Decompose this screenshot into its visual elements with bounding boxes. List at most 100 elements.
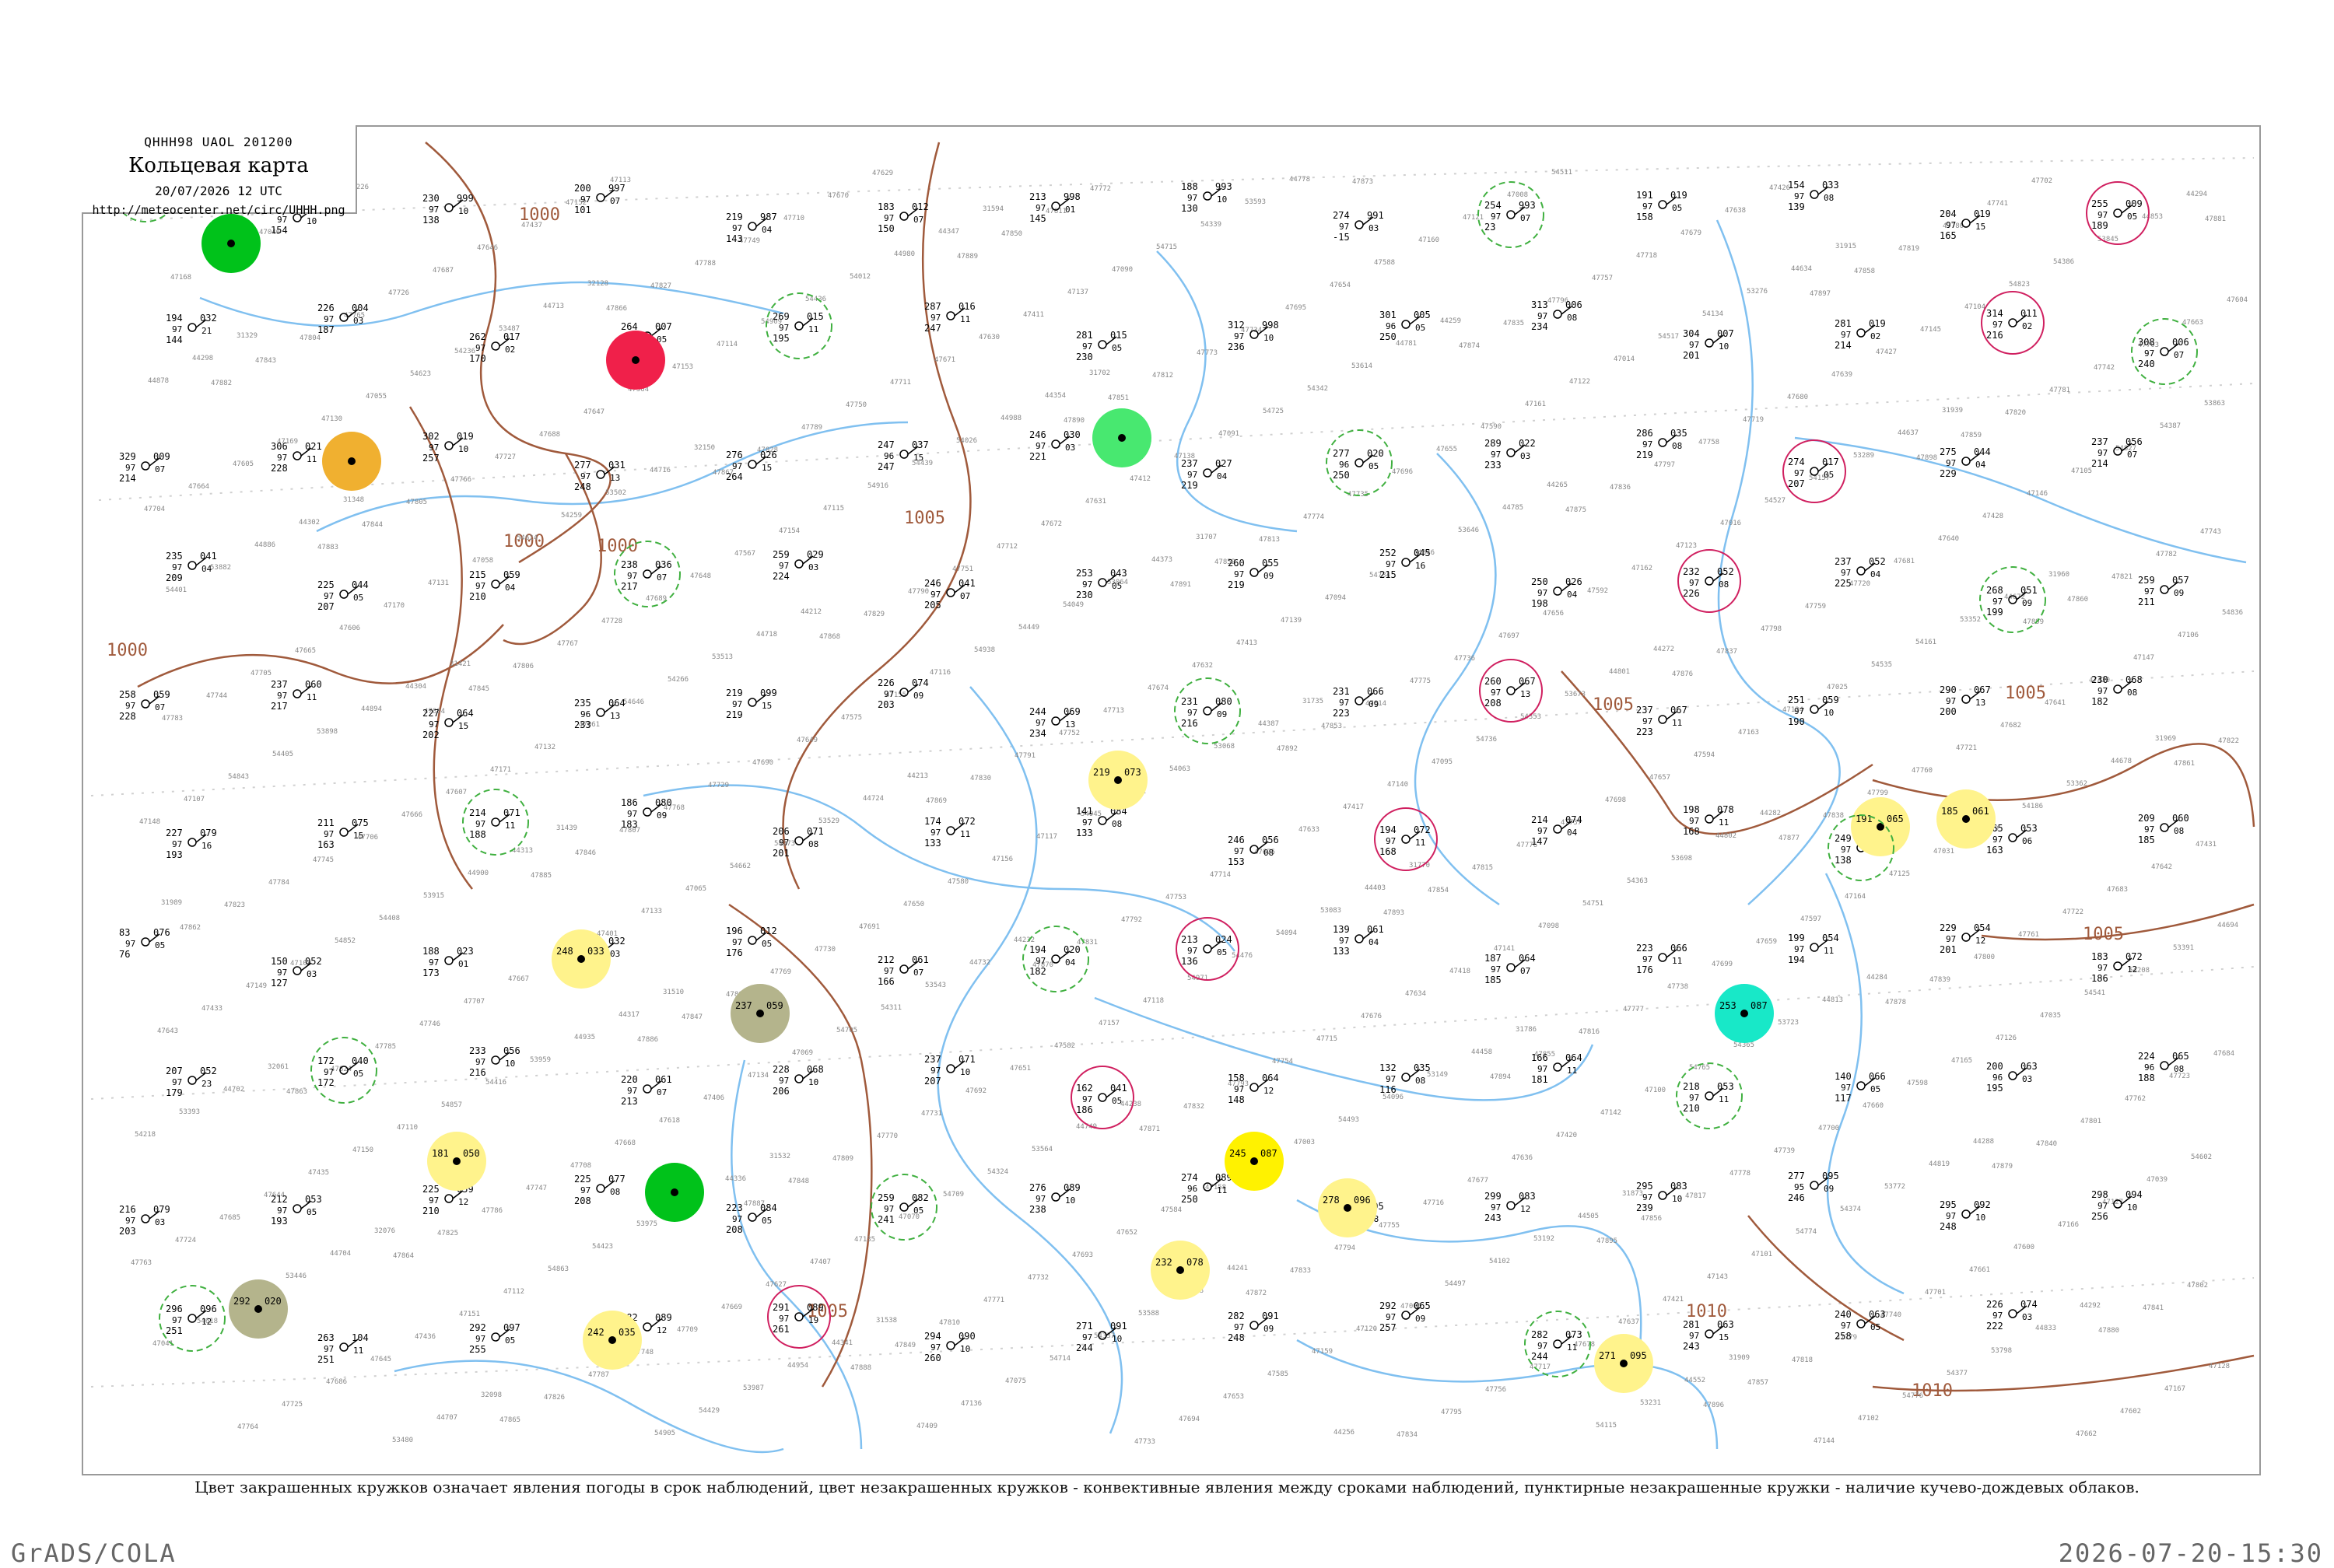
station-plot[interactable]: 2869721903508 bbox=[1636, 428, 1687, 460]
station-plot[interactable]: 2359720904104 bbox=[166, 551, 217, 583]
station-plot[interactable]: 2639725110411 bbox=[317, 1332, 369, 1365]
station-plot[interactable]: 2819721401902 bbox=[1835, 318, 1886, 351]
station-plot[interactable]: 2609721905509 bbox=[1228, 558, 1279, 590]
station-plot[interactable]: 1749713307211 bbox=[924, 816, 976, 849]
station-plot[interactable]: 2899723302203 bbox=[1484, 438, 1536, 471]
station-plot[interactable]: 2299720105412 bbox=[1940, 922, 1991, 955]
station-plot[interactable]: 3089724000607 bbox=[2138, 337, 2189, 369]
station-plot[interactable]: 1879718506407 bbox=[1484, 953, 1536, 985]
station-plot[interactable]: 2009710199707 bbox=[574, 183, 626, 215]
station-plot[interactable]: 2769723808910 bbox=[1029, 1182, 1081, 1215]
station-plot[interactable]: 2829724407311 bbox=[1531, 1329, 1582, 1362]
station-plot[interactable]: 254972399307 bbox=[1484, 200, 1536, 233]
station-plot[interactable]: 2209721306107 bbox=[621, 1074, 672, 1107]
station-plot[interactable]: 2199721909915 bbox=[726, 688, 777, 720]
station-plot[interactable]: 2149718807111 bbox=[469, 807, 520, 840]
station-plot[interactable]: 1589714806412 bbox=[1228, 1073, 1279, 1105]
station-plot[interactable]: 2929725509705 bbox=[469, 1322, 520, 1355]
shower-weather-circle[interactable] bbox=[1092, 408, 1151, 467]
station-plot[interactable]: 2069720107108 bbox=[773, 826, 824, 859]
station-plot[interactable]: 1409711706605 bbox=[1835, 1071, 1886, 1104]
rain-weather-circle[interactable] bbox=[202, 214, 261, 273]
station-plot[interactable]: 2599721105709 bbox=[2138, 575, 2189, 607]
station-plot[interactable]: 2599722402903 bbox=[773, 549, 824, 582]
station-plot[interactable]: 2379722306711 bbox=[1636, 705, 1687, 737]
station-plot[interactable]: 1889713099310 bbox=[1181, 181, 1232, 214]
station-plot[interactable]: 2309718206808 bbox=[2091, 674, 2143, 707]
station-plot[interactable]: 1919715801905 bbox=[1636, 190, 1687, 222]
station-plot[interactable]: 1969717601205 bbox=[726, 926, 777, 958]
station-plot[interactable]: 3029725701910 bbox=[422, 431, 474, 464]
station-plot[interactable]: 2339721605610 bbox=[469, 1045, 520, 1078]
fog-weather-circle[interactable]: 278 096 bbox=[1318, 1178, 1377, 1237]
fog-weather-circle[interactable]: 185 061 bbox=[1936, 789, 1996, 849]
station-plot[interactable]: 2099718506008 bbox=[2138, 813, 2189, 845]
station-plot[interactable]: 2779724803113 bbox=[574, 460, 626, 492]
station-plot[interactable]: 2009619506303 bbox=[1986, 1061, 2038, 1094]
station-plot[interactable]: 2079717905223 bbox=[166, 1066, 217, 1098]
station-plot[interactable]: 2779625002005 bbox=[1333, 448, 1384, 481]
station-plot[interactable]: 2259720807708 bbox=[574, 1174, 626, 1206]
station-plot[interactable]: 2269722207403 bbox=[1986, 1299, 2038, 1332]
station-plot[interactable]: 2819724306315 bbox=[1683, 1319, 1734, 1352]
station-plot[interactable]: 2829724809109 bbox=[1228, 1311, 1279, 1343]
station-plot[interactable]: 2519719005910 bbox=[1788, 695, 1839, 727]
station-plot[interactable]: 2909720006713 bbox=[1940, 684, 1991, 717]
station-plot[interactable]: 2379720707110 bbox=[924, 1054, 976, 1087]
station-plot[interactable]: 1629718604105 bbox=[1076, 1083, 1127, 1115]
station-plot[interactable]: 2129716606107 bbox=[878, 954, 929, 987]
station-plot[interactable]: 1949718202004 bbox=[1029, 944, 1081, 977]
fog-weather-circle[interactable]: 242 035 bbox=[583, 1311, 642, 1370]
station-plot[interactable]: 3069722802111 bbox=[271, 441, 322, 474]
station-plot[interactable]: 1889717302301 bbox=[422, 946, 474, 978]
station-plot[interactable]: 2779524609509 bbox=[1788, 1171, 1839, 1203]
station-plot[interactable]: 2139713602405 bbox=[1181, 934, 1232, 967]
rain-weather-circle[interactable] bbox=[645, 1163, 704, 1222]
station-plot[interactable]: 2279720206415 bbox=[422, 708, 474, 740]
station-plot[interactable]: 2119716307515 bbox=[317, 817, 369, 850]
station-plot[interactable]: 2269718700403 bbox=[317, 303, 369, 335]
station-plot[interactable]: 2379721706011 bbox=[271, 679, 322, 712]
fog-weather-circle[interactable]: 219 073 bbox=[1088, 751, 1148, 810]
station-plot[interactable]: 2529721504516 bbox=[1379, 548, 1431, 580]
station-plot[interactable]: 3149721601102 bbox=[1986, 308, 2038, 341]
station-plot[interactable]: 2049716501915 bbox=[1940, 208, 1991, 241]
station-plot[interactable]: 1949714403221 bbox=[166, 313, 217, 345]
station-plot[interactable]: 2189721005311 bbox=[1683, 1081, 1734, 1114]
dust-weather-circle[interactable]: 292 020 bbox=[229, 1279, 288, 1339]
station-plot[interactable]: 2999724308312 bbox=[1484, 1191, 1536, 1223]
station-plot[interactable]: 2149714707404 bbox=[1531, 814, 1582, 847]
station-plot[interactable]: 2609720806713 bbox=[1484, 676, 1536, 709]
station-plot[interactable]: 2289720606810 bbox=[773, 1064, 824, 1097]
fog-weather-circle[interactable]: 248 033 bbox=[552, 929, 611, 989]
station-plot[interactable]: 2819723001505 bbox=[1076, 330, 1127, 362]
haze-weather-circle[interactable]: 245 087 bbox=[1225, 1132, 1284, 1191]
station-plot[interactable]: 2379721405607 bbox=[2091, 436, 2143, 469]
station-plot[interactable]: 1999719405411 bbox=[1788, 933, 1839, 965]
station-plot[interactable]: 1669718106411 bbox=[1531, 1052, 1582, 1085]
station-plot[interactable]: 2749720701705 bbox=[1788, 457, 1839, 489]
drizzle-weather-circle[interactable] bbox=[322, 432, 381, 491]
station-plot[interactable]: 2329722605208 bbox=[1683, 566, 1734, 599]
station-plot[interactable]: 2539723004305 bbox=[1076, 568, 1127, 600]
dust-weather-circle[interactable]: 237 059 bbox=[731, 984, 790, 1043]
station-plot[interactable]: 27497-1599103 bbox=[1333, 210, 1384, 243]
station-plot[interactable]: 2309713899910 bbox=[422, 193, 474, 226]
snow-weather-circle[interactable]: 253 087 bbox=[1715, 984, 1774, 1043]
station-plot[interactable]: 1839715001207 bbox=[878, 201, 929, 234]
station-plot[interactable]: 2259720704405 bbox=[317, 579, 369, 612]
station-plot[interactable]: 2469720504107 bbox=[924, 578, 976, 611]
station-plot[interactable]: 2239717606611 bbox=[1636, 943, 1687, 975]
station-plot[interactable]: 2559718900905 bbox=[2091, 198, 2143, 231]
station-plot[interactable]: 2409725806305 bbox=[1835, 1309, 1886, 1342]
station-plot[interactable]: 2689719905109 bbox=[1986, 585, 2038, 618]
station-plot[interactable]: 2959723908310 bbox=[1636, 1181, 1687, 1213]
station-plot[interactable]: 2389721703607 bbox=[621, 559, 672, 592]
station-plot[interactable]: 2879724701611 bbox=[924, 301, 976, 334]
fog-weather-circle[interactable]: 181 050 bbox=[427, 1132, 486, 1191]
station-plot[interactable]: 2969725109612 bbox=[166, 1304, 217, 1336]
station-plot[interactable]: 2319722306609 bbox=[1333, 686, 1384, 719]
station-plot[interactable]: 2129719305305 bbox=[271, 1194, 322, 1227]
station-plot[interactable]: 1869718308009 bbox=[621, 797, 672, 830]
station-plot[interactable]: 2959724809210 bbox=[1940, 1199, 1991, 1232]
